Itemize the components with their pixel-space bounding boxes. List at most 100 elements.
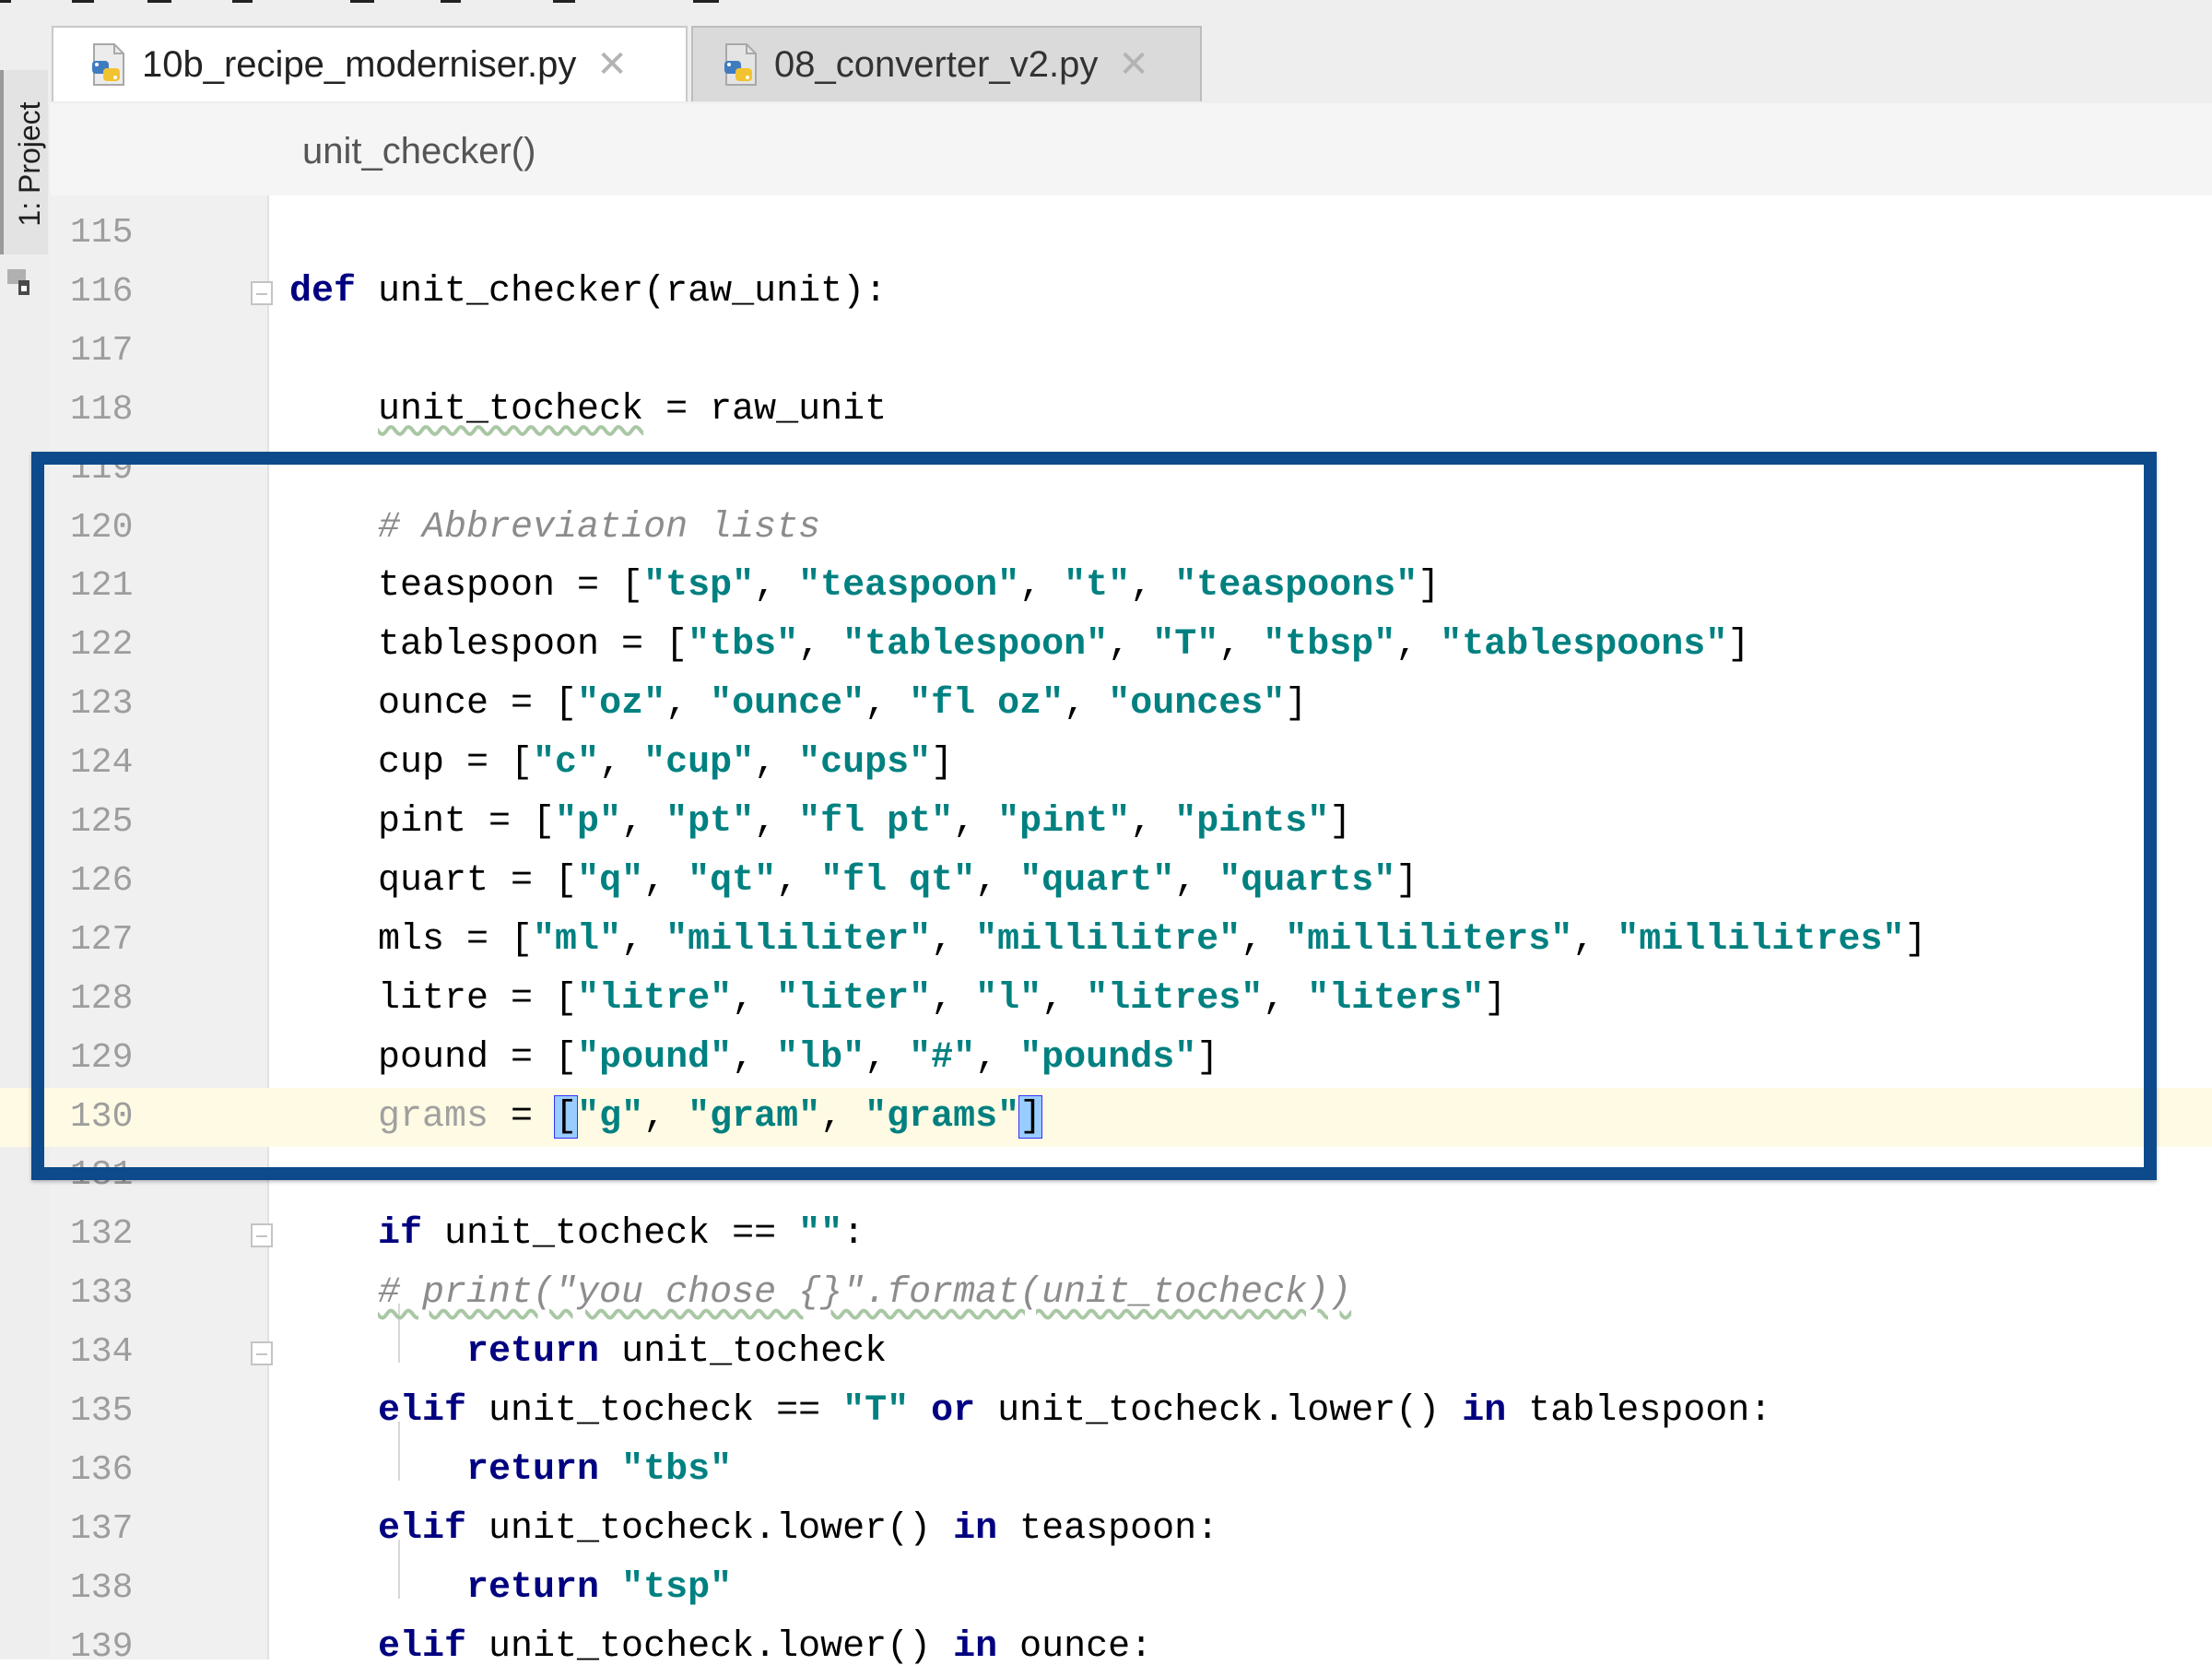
code-line[interactable]: 130 grams = ["g", "gram", "grams"]	[0, 1087, 2212, 1147]
code-line[interactable]: 128 litre = ["litre", "liter", "l", "lit…	[0, 970, 2212, 1029]
code-token: ]	[1395, 859, 1418, 902]
code-line[interactable]: 136 return "tbs"	[0, 1441, 2212, 1500]
code-token: ]	[931, 742, 954, 785]
code-token: # Abbreviation lists	[378, 506, 821, 549]
code-token: =	[488, 1095, 556, 1138]
code-token: def	[289, 270, 357, 313]
fold-marker-icon[interactable]	[251, 1341, 273, 1366]
code-line[interactable]: 117	[0, 322, 2212, 381]
line-number: 133	[70, 1273, 134, 1314]
code-token: "fl pt"	[798, 801, 954, 843]
code-text: elif unit_tocheck.lower() in teaspoon:	[289, 1500, 1218, 1559]
code-line[interactable]: 129 pound = ["pound", "lb", "#", "pounds…	[0, 1029, 2212, 1088]
code-line[interactable]: 115	[0, 204, 2212, 263]
code-token: "milliliters"	[1285, 918, 1573, 961]
code-token: ]	[1196, 1036, 1219, 1079]
tab-label: 10b_recipe_moderniser.py	[142, 43, 577, 85]
close-icon[interactable]: ✕	[596, 43, 628, 86]
code-token: "millilitre"	[975, 918, 1241, 961]
code-text: quart = ["q", "qt", "fl qt", "quart", "q…	[289, 852, 1418, 911]
code-token: ,	[1019, 565, 1065, 608]
code-line[interactable]: 118 unit_tocheck = raw_unit	[0, 381, 2212, 440]
line-number: 118	[70, 389, 134, 430]
code-token: ,	[1241, 918, 1286, 961]
code-token: "l"	[975, 977, 1042, 1020]
code-token: return	[466, 1448, 600, 1491]
code-token: ,	[621, 801, 666, 843]
tab-08-converter-v2[interactable]: 08_converter_v2.py ✕	[691, 26, 1202, 101]
close-icon[interactable]: ✕	[1118, 43, 1149, 86]
code-token: ,	[754, 801, 799, 843]
code-line[interactable]: 139 elif unit_tocheck.lower() in ounce:	[0, 1618, 2212, 1677]
code-token: "#"	[909, 1036, 976, 1079]
tab-label: 08_converter_v2.py	[774, 43, 1099, 85]
code-line[interactable]: 116 def unit_checker(raw_unit):	[0, 263, 2212, 322]
code-token: if	[378, 1213, 423, 1256]
code-token: "cup"	[643, 742, 755, 785]
code-line[interactable]: 138 return "tsp"	[0, 1559, 2212, 1618]
line-number: 129	[70, 1037, 134, 1078]
code-line[interactable]: 122 tablespoon = ["tbs", "tablespoon", "…	[0, 616, 2212, 675]
code-token: ,	[865, 683, 910, 726]
code-token: litre = [	[289, 977, 578, 1020]
code-line[interactable]: 137 elif unit_tocheck.lower() in teaspoo…	[0, 1500, 2212, 1559]
code-line[interactable]: 126 quart = ["q", "qt", "fl qt", "quart"…	[0, 852, 2212, 911]
line-number: 119	[70, 448, 134, 489]
line-number: 116	[70, 271, 134, 312]
code-line[interactable]: 125 pint = ["p", "pt", "fl pt", "pint", …	[0, 793, 2212, 852]
code-line[interactable]: 135 elif unit_tocheck == "T" or unit_toc…	[0, 1382, 2212, 1441]
code-token: "pints"	[1174, 801, 1330, 843]
code-line[interactable]: 121 teaspoon = ["tsp", "teaspoon", "t", …	[0, 557, 2212, 616]
line-number: 124	[70, 743, 134, 784]
code-line[interactable]: 133 # print("you chose {}".format(unit_t…	[0, 1264, 2212, 1323]
code-token: teaspoon:	[997, 1507, 1219, 1550]
code-text: elif unit_tocheck == "T" or unit_tocheck…	[289, 1382, 1771, 1441]
code-line[interactable]: 134 return unit_tocheck	[0, 1323, 2212, 1382]
code-text: return "tbs"	[289, 1441, 732, 1500]
code-text: return "tsp"	[289, 1559, 732, 1618]
code-text: def unit_checker(raw_unit):	[289, 263, 887, 322]
code-text: if unit_tocheck == "":	[289, 1205, 865, 1264]
window-top-strip	[0, 0, 2212, 23]
code-text: ounce = ["oz", "ounce", "fl oz", "ounces…	[289, 675, 1307, 734]
code-line[interactable]: 131	[0, 1146, 2212, 1205]
code-token: "tbs"	[621, 1448, 733, 1491]
code-line[interactable]: 123 ounce = ["oz", "ounce", "fl oz", "ou…	[0, 675, 2212, 734]
code-token: = raw_unit	[643, 388, 888, 431]
line-number: 138	[70, 1567, 134, 1608]
code-line[interactable]: 132 if unit_tocheck == "":	[0, 1205, 2212, 1264]
code-token: "qt"	[688, 859, 777, 902]
line-number: 127	[70, 919, 134, 960]
code-line[interactable]: 127 mls = ["ml", "milliliter", "millilit…	[0, 911, 2212, 970]
code-line[interactable]: 124 cup = ["c", "cup", "cups"]	[0, 734, 2212, 793]
fold-marker-icon[interactable]	[251, 280, 273, 305]
code-token: "tablespoons"	[1440, 624, 1728, 667]
code-token: ,	[665, 683, 711, 726]
code-token: ,	[643, 859, 688, 902]
code-token: "T"	[1152, 624, 1219, 667]
line-number: 123	[70, 684, 134, 725]
code-text: pint = ["p", "pt", "fl pt", "pint", "pin…	[289, 793, 1351, 852]
tab-10b-recipe-moderniser[interactable]: 10b_recipe_moderniser.py ✕	[52, 26, 688, 101]
code-token: tablespoon:	[1506, 1390, 1772, 1432]
code-line[interactable]: 120 # Abbreviation lists	[0, 499, 2212, 558]
code-token: ,	[1064, 683, 1109, 726]
fold-marker-icon[interactable]	[251, 1223, 273, 1248]
code-token: elif	[378, 1507, 467, 1550]
code-token: in	[953, 1507, 998, 1550]
code-token: "litres"	[1086, 977, 1264, 1020]
code-token: ounce:	[997, 1625, 1153, 1668]
code-token: "cups"	[798, 742, 932, 785]
code-line[interactable]: 119	[0, 440, 2212, 499]
title-fragment	[232, 0, 253, 3]
title-fragment	[72, 0, 94, 3]
code-token: grams	[378, 1095, 489, 1138]
code-token: "millilitres"	[1617, 918, 1905, 961]
code-text: unit_tocheck = raw_unit	[289, 381, 887, 440]
code-token: ]	[1418, 565, 1441, 608]
breadcrumb[interactable]: unit_checker()	[302, 131, 535, 172]
code-token: ,	[732, 1036, 777, 1079]
